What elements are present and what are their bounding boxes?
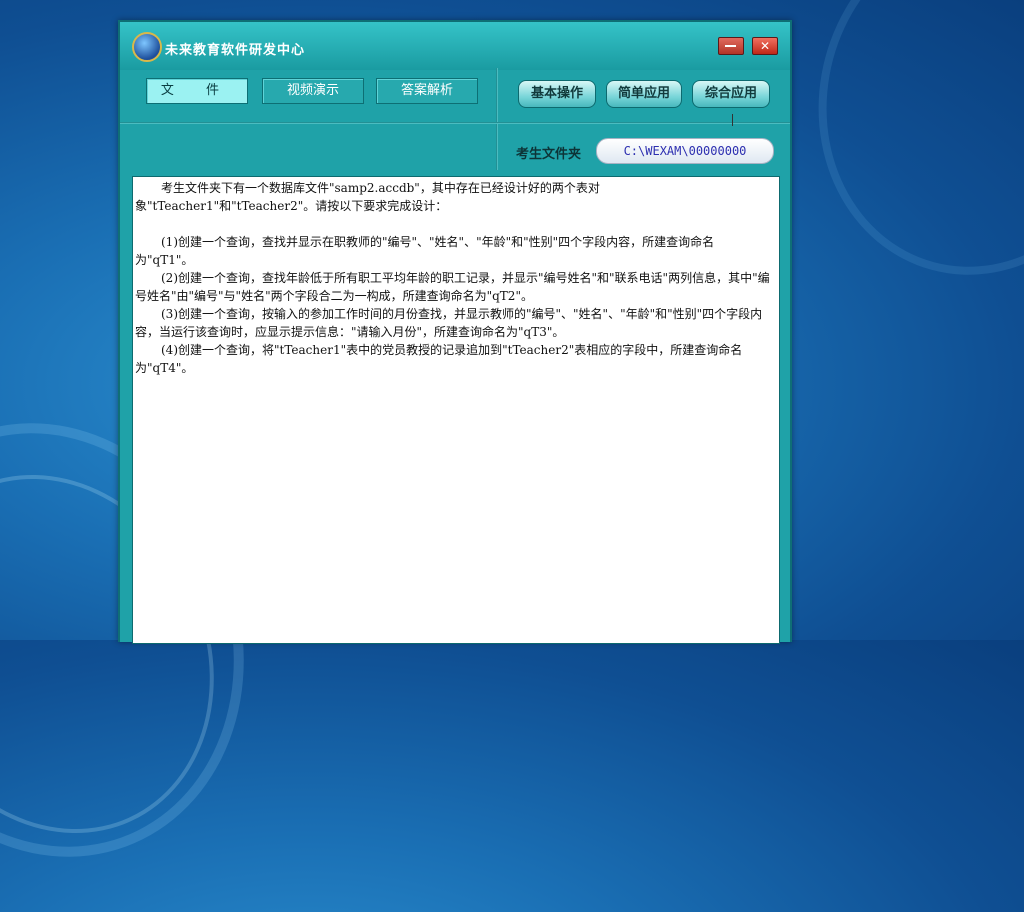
tab-answer-analysis[interactable]: 答案解析 — [376, 78, 478, 104]
exam-folder-label: 考生文件夹 — [516, 147, 582, 162]
tab-file[interactable]: 文 件 — [146, 78, 248, 104]
question-item: (1)创建一个查询，查找并显示在职教师的"编号"、"姓名"、"年龄"和"性别"四… — [135, 235, 715, 267]
question-intro: 考生文件夹下有一个数据库文件"samp2.accdb"，其中存在已经设计好的两个… — [135, 181, 600, 213]
comprehensive-application-button[interactable]: 综合应用 — [692, 80, 770, 108]
question-item: (3)创建一个查询，按输入的参加工作时间的月份查找，并显示教师的"编号"、"姓名… — [135, 307, 763, 339]
divider — [496, 68, 498, 170]
title-bar[interactable]: 未来教育软件研发中心 ✕ — [120, 22, 790, 70]
tab-video-demo[interactable]: 视频演示 — [262, 78, 364, 104]
minimize-button[interactable] — [718, 37, 744, 55]
text-cursor-icon — [732, 114, 733, 126]
close-button[interactable]: ✕ — [752, 37, 778, 55]
close-icon: ✕ — [759, 39, 771, 53]
wallpaper-streak — [779, 0, 1024, 311]
question-text-area[interactable]: 考生文件夹下有一个数据库文件"samp2.accdb"，其中存在已经设计好的两个… — [132, 176, 780, 644]
simple-application-button[interactable]: 简单应用 — [606, 80, 682, 108]
exam-folder-path-button[interactable]: C:\WEXAM\00000000 — [596, 138, 774, 164]
divider — [120, 122, 790, 124]
app-logo-icon — [132, 32, 162, 62]
app-window: 未来教育软件研发中心 ✕ 文 件 视频演示 答案解析 基本操作 简单应用 综合应… — [118, 20, 792, 644]
tab-bar: 文 件 视频演示 答案解析 — [120, 70, 496, 126]
question-item: (4)创建一个查询，将"tTeacher1"表中的党员教授的记录追加到"tTea… — [135, 343, 743, 375]
question-item: (2)创建一个查询，查找年龄低于所有职工平均年龄的职工记录，并显示"编号姓名"和… — [135, 271, 770, 303]
basic-operation-button[interactable]: 基本操作 — [518, 80, 596, 108]
window-title: 未来教育软件研发中心 — [165, 43, 306, 58]
